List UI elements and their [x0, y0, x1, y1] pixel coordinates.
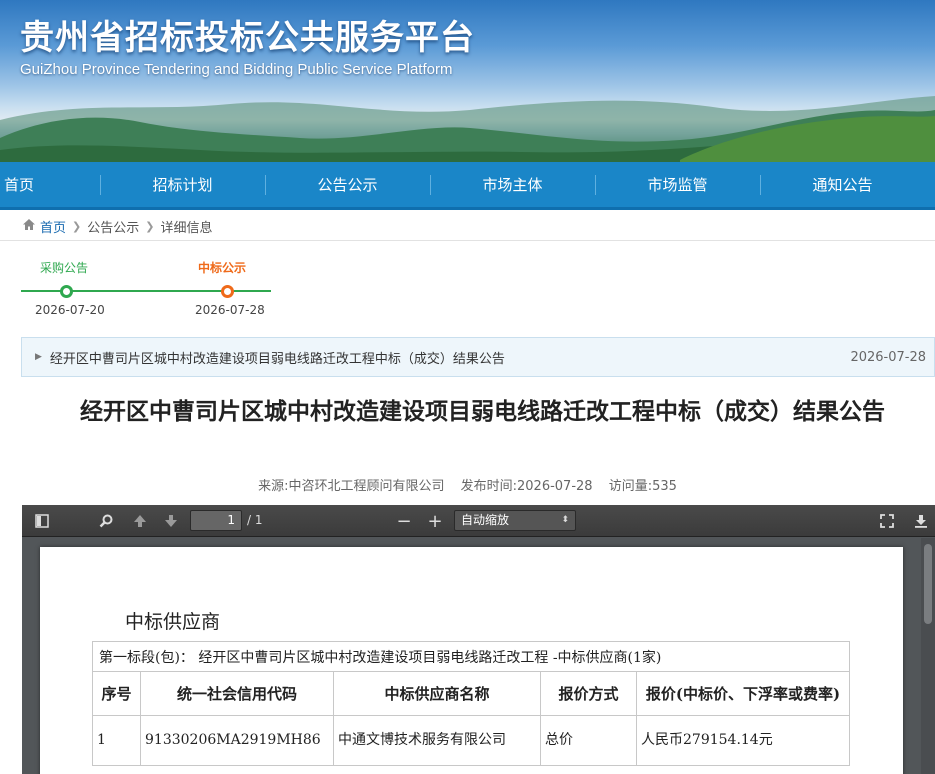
table-row: 1 91330206MA2919MH86 中通文博技术服务有限公司 总价 人民币… [92, 715, 850, 766]
table-section-label: 第一标段(包)： 经开区中曹司片区城中村改造建设项目弱电线路迁改工程 -中标供应… [92, 641, 850, 672]
winning-supplier-table: 第一标段(包)： 经开区中曹司片区城中村改造建设项目弱电线路迁改工程 -中标供应… [92, 641, 850, 766]
nav-item-home[interactable]: 首页 [0, 162, 100, 207]
table-cell: 总价 [540, 715, 637, 766]
table-cell: 中通文博技术服务有限公司 [333, 715, 541, 766]
zoom-select[interactable]: 自动缩放 ⬍ [454, 510, 576, 531]
home-icon [22, 218, 36, 235]
announcement-link-title[interactable]: 经开区中曹司片区城中村改造建设项目弱电线路迁改工程中标（成交）结果公告 [50, 348, 851, 367]
search-icon[interactable] [96, 511, 116, 531]
page-total: / 1 [247, 513, 263, 527]
sidebar-toggle-icon[interactable] [32, 511, 52, 531]
nav-item-market-entities[interactable]: 市场主体 [430, 162, 595, 207]
chevron-right-icon: ❯ [72, 219, 82, 233]
page-number-input[interactable]: 1 [190, 510, 242, 531]
nav-item-announcements[interactable]: 公告公示 [265, 162, 430, 207]
breadcrumb-announcements-link[interactable]: 公告公示 [87, 217, 139, 236]
zoom-select-value: 自动缩放 [461, 513, 510, 527]
table-cell: 人民币279154.14元 [636, 715, 850, 766]
zoom-out-icon[interactable]: − [394, 511, 414, 532]
select-caret-icon: ⬍ [561, 515, 569, 525]
timeline-step-procurement-date: 2026-07-20 [35, 303, 105, 317]
chevron-right-icon: ❯ [145, 219, 155, 233]
pdf-toolbar: 1 / 1 − + 自动缩放 ⬍ [22, 505, 935, 537]
caret-right-icon: ▶ [35, 352, 42, 362]
pdf-viewer: 1 / 1 − + 自动缩放 ⬍ 中标供应商 第一标段(包)： 经开区中曹司片区… [22, 505, 935, 774]
breadcrumb-current: 详细信息 [160, 220, 213, 236]
nav-item-market-supervision[interactable]: 市场监管 [595, 162, 760, 207]
arrow-down-icon[interactable] [161, 511, 181, 531]
divider [0, 240, 935, 241]
timeline-step-procurement-dot[interactable] [60, 285, 73, 298]
site-subtitle: GuiZhou Province Tendering and Bidding P… [20, 61, 453, 78]
timeline-step-award-label[interactable]: 中标公示 [198, 259, 246, 276]
site-banner: 贵州省招标投标公共服务平台 GuiZhou Province Tendering… [0, 0, 935, 162]
pdf-heading: 中标供应商 [125, 611, 221, 633]
breadcrumb: 首页 ❯ 公告公示 ❯ 详细信息 [22, 216, 212, 236]
announcement-link-date: 2026-07-28 [850, 349, 926, 365]
download-icon[interactable] [911, 511, 931, 531]
page-title: 经开区中曹司片区城中村改造建设项目弱电线路迁改工程中标（成交）结果公告 [80, 399, 885, 425]
arrow-up-icon[interactable] [130, 511, 150, 531]
site-title: 贵州省招标投标公共服务平台 [20, 18, 475, 58]
table-header-row: 序号 统一社会信用代码 中标供应商名称 报价方式 报价(中标价、下浮率或费率) [92, 671, 850, 716]
pdf-scrollbar-thumb[interactable] [924, 544, 932, 624]
column-header: 报价方式 [540, 671, 637, 716]
fullscreen-icon[interactable] [877, 511, 897, 531]
timeline-step-award-date: 2026-07-28 [195, 303, 265, 317]
column-header: 报价(中标价、下浮率或费率) [636, 671, 850, 716]
timeline-step-procurement-label[interactable]: 采购公告 [40, 259, 88, 276]
article-meta: 来源:中咨环北工程顾问有限公司 发布时间:2026-07-28 访问量:535 [0, 475, 935, 494]
nav-item-notices[interactable]: 通知公告 [760, 162, 925, 207]
table-cell: 91330206MA2919MH86 [140, 715, 334, 766]
article-source: 来源:中咨环北工程顾问有限公司 [258, 479, 445, 494]
table-cell: 1 [92, 715, 141, 766]
announcement-link-bar[interactable]: ▶ 经开区中曹司片区城中村改造建设项目弱电线路迁改工程中标（成交）结果公告 20… [21, 337, 935, 377]
column-header: 序号 [92, 671, 141, 716]
article-views: 访问量:535 [608, 479, 677, 494]
zoom-in-icon[interactable]: + [425, 511, 445, 532]
main-nav: 首页 招标计划 公告公示 市场主体 市场监管 通知公告 [0, 162, 935, 210]
table-section-row: 第一标段(包)： 经开区中曹司片区城中村改造建设项目弱电线路迁改工程 -中标供应… [92, 641, 850, 672]
pdf-scrollbar[interactable] [921, 538, 935, 774]
breadcrumb-home-link[interactable]: 首页 [40, 217, 66, 236]
timeline-step-award-dot[interactable] [221, 285, 234, 298]
nav-item-tender-plan[interactable]: 招标计划 [100, 162, 265, 207]
column-header: 统一社会信用代码 [140, 671, 334, 716]
pdf-page: 中标供应商 第一标段(包)： 经开区中曹司片区城中村改造建设项目弱电线路迁改工程… [40, 547, 903, 774]
article-publish-time: 发布时间:2026-07-28 [460, 479, 593, 494]
column-header: 中标供应商名称 [333, 671, 541, 716]
